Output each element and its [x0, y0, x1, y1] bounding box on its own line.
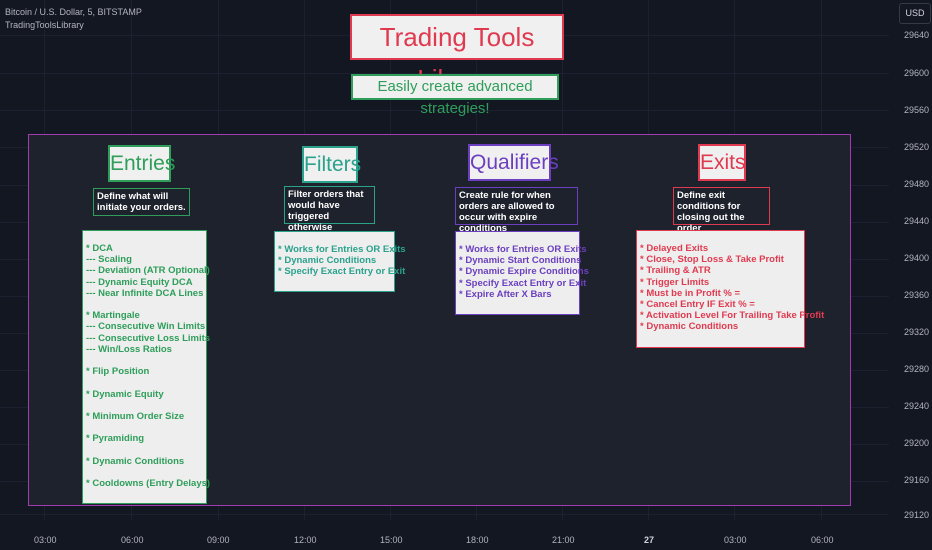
entries-list-item: --- Near Infinite DCA Lines — [86, 287, 204, 299]
chart-legend: Bitcoin / U.S. Dollar, 5, BITSTAMP Tradi… — [5, 6, 142, 32]
price-label: 29160 — [904, 475, 930, 485]
time-label: 15:00 — [380, 535, 403, 545]
entries-list-item: * Martingale — [86, 310, 140, 322]
entries-list-item: * Cooldowns (Entry Delays) — [86, 478, 211, 490]
exits-list-item: * Trigger Limits — [640, 276, 710, 288]
entries-list-item — [86, 299, 203, 310]
price-label: 29320 — [904, 327, 930, 337]
time-label: 27 — [644, 535, 655, 545]
price-axis[interactable] — [889, 0, 932, 550]
exits-list-item: * Cancel Entry IF Exit % = — [640, 299, 755, 311]
exits-list-item: * Close, Stop Loss & Take Profit — [640, 254, 784, 266]
entries-list-item: * Dynamic Conditions — [86, 455, 185, 467]
filters-description: Filter orders that would have triggered … — [284, 186, 375, 233]
qualifiers-list-item: * Expire After X Bars — [459, 288, 552, 300]
entries-list-item — [86, 445, 203, 456]
qualifiers-list-item: * Dynamic Expire Conditions — [459, 266, 589, 278]
filters-heading: Filters — [302, 146, 361, 183]
time-label: 03:00 — [724, 535, 747, 545]
indicator-name[interactable]: TradingToolsLibrary — [5, 19, 142, 32]
main-title: Trading Tools Library — [350, 14, 564, 94]
symbol-title[interactable]: Bitcoin / U.S. Dollar, 5, BITSTAMP — [5, 6, 142, 19]
exits-list-item: * Activation Level For Trailing Take Pro… — [640, 310, 825, 322]
time-label: 12:00 — [294, 535, 317, 545]
price-label: 29480 — [904, 179, 930, 189]
entries-list-item: --- Consecutive Loss Limits — [86, 332, 211, 344]
price-label: 29200 — [904, 438, 930, 448]
qualifiers-list-item: * Specify Exact Entry or Exit — [459, 277, 587, 289]
entries-heading: Entries — [108, 145, 175, 182]
price-label: 29640 — [904, 30, 930, 40]
qualifiers-description: Create rule for when orders are allowed … — [455, 187, 578, 234]
currency-button[interactable]: USD — [899, 3, 931, 24]
time-label: 06:00 — [811, 535, 834, 545]
subtitle: Easily create advanced strategies! — [351, 74, 559, 117]
price-label: 29120 — [904, 510, 930, 520]
grid-line — [0, 514, 889, 515]
entries-list-item — [86, 467, 203, 478]
filters-list-item: * Specify Exact Entry or Exit — [278, 266, 406, 278]
entries-list-item: --- Scaling — [86, 254, 132, 266]
exits-list-item: * Trailing & ATR — [640, 265, 711, 277]
entries-list-item — [86, 355, 203, 366]
qualifiers-list-item: * Works for Entries OR Exits — [459, 244, 587, 255]
time-label: 06:00 — [121, 535, 144, 545]
price-label: 29560 — [904, 105, 930, 115]
filters-list: * Works for Entries OR Exits * Dynamic Co… — [274, 231, 406, 292]
time-label: 09:00 — [207, 535, 230, 545]
entries-list-item: --- Consecutive Win Limits — [86, 321, 206, 333]
entries-list-item: --- Deviation (ATR Optional) — [86, 265, 210, 277]
price-label: 29240 — [904, 401, 930, 411]
time-label: 21:00 — [552, 535, 575, 545]
exits-list-item: * Delayed Exits — [640, 243, 709, 254]
entries-list-item: --- Dynamic Equity DCA — [86, 276, 193, 288]
price-label: 29520 — [904, 142, 930, 152]
entries-list: * DCA --- Scaling --- Deviation (ATR Optio… — [82, 230, 211, 504]
time-label: 18:00 — [466, 535, 489, 545]
filters-list-item: * Works for Entries OR Exits — [278, 244, 406, 255]
entries-list-item: --- Win/Loss Ratios — [86, 343, 172, 355]
qualifiers-list: * Works for Entries OR Exits * Dynamic St… — [455, 231, 589, 315]
price-label: 29400 — [904, 253, 930, 263]
price-label: 29600 — [904, 68, 930, 78]
price-label: 29360 — [904, 290, 930, 300]
entries-list-item — [86, 377, 203, 388]
price-label: 29440 — [904, 216, 930, 226]
entries-list-item: * Pyramiding — [86, 433, 145, 445]
exits-description: Define exit conditions for closing out t… — [673, 187, 770, 234]
entries-description: Define what will initiate your orders. — [93, 188, 190, 216]
exits-list: * Delayed Exits * Close, Stop Loss & Take… — [636, 230, 825, 348]
entries-list-item — [86, 400, 203, 411]
price-label: 29280 — [904, 364, 930, 374]
exits-list-item: * Dynamic Conditions — [640, 321, 739, 333]
entries-list-item — [86, 422, 203, 433]
qualifiers-heading: Qualifiers — [468, 144, 559, 181]
exits-heading: Exits — [698, 144, 746, 181]
exits-list-item: * Must be in Profit % = — [640, 287, 741, 299]
filters-list-item: * Dynamic Conditions — [278, 255, 377, 267]
entries-list-item: * DCA — [86, 243, 113, 254]
entries-list-item: * Minimum Order Size — [86, 411, 185, 423]
entries-list-item: * Dynamic Equity — [86, 388, 164, 400]
entries-list-item: * Flip Position — [86, 366, 150, 378]
qualifiers-list-item: * Dynamic Start Conditions — [459, 255, 582, 267]
time-label: 03:00 — [34, 535, 57, 545]
